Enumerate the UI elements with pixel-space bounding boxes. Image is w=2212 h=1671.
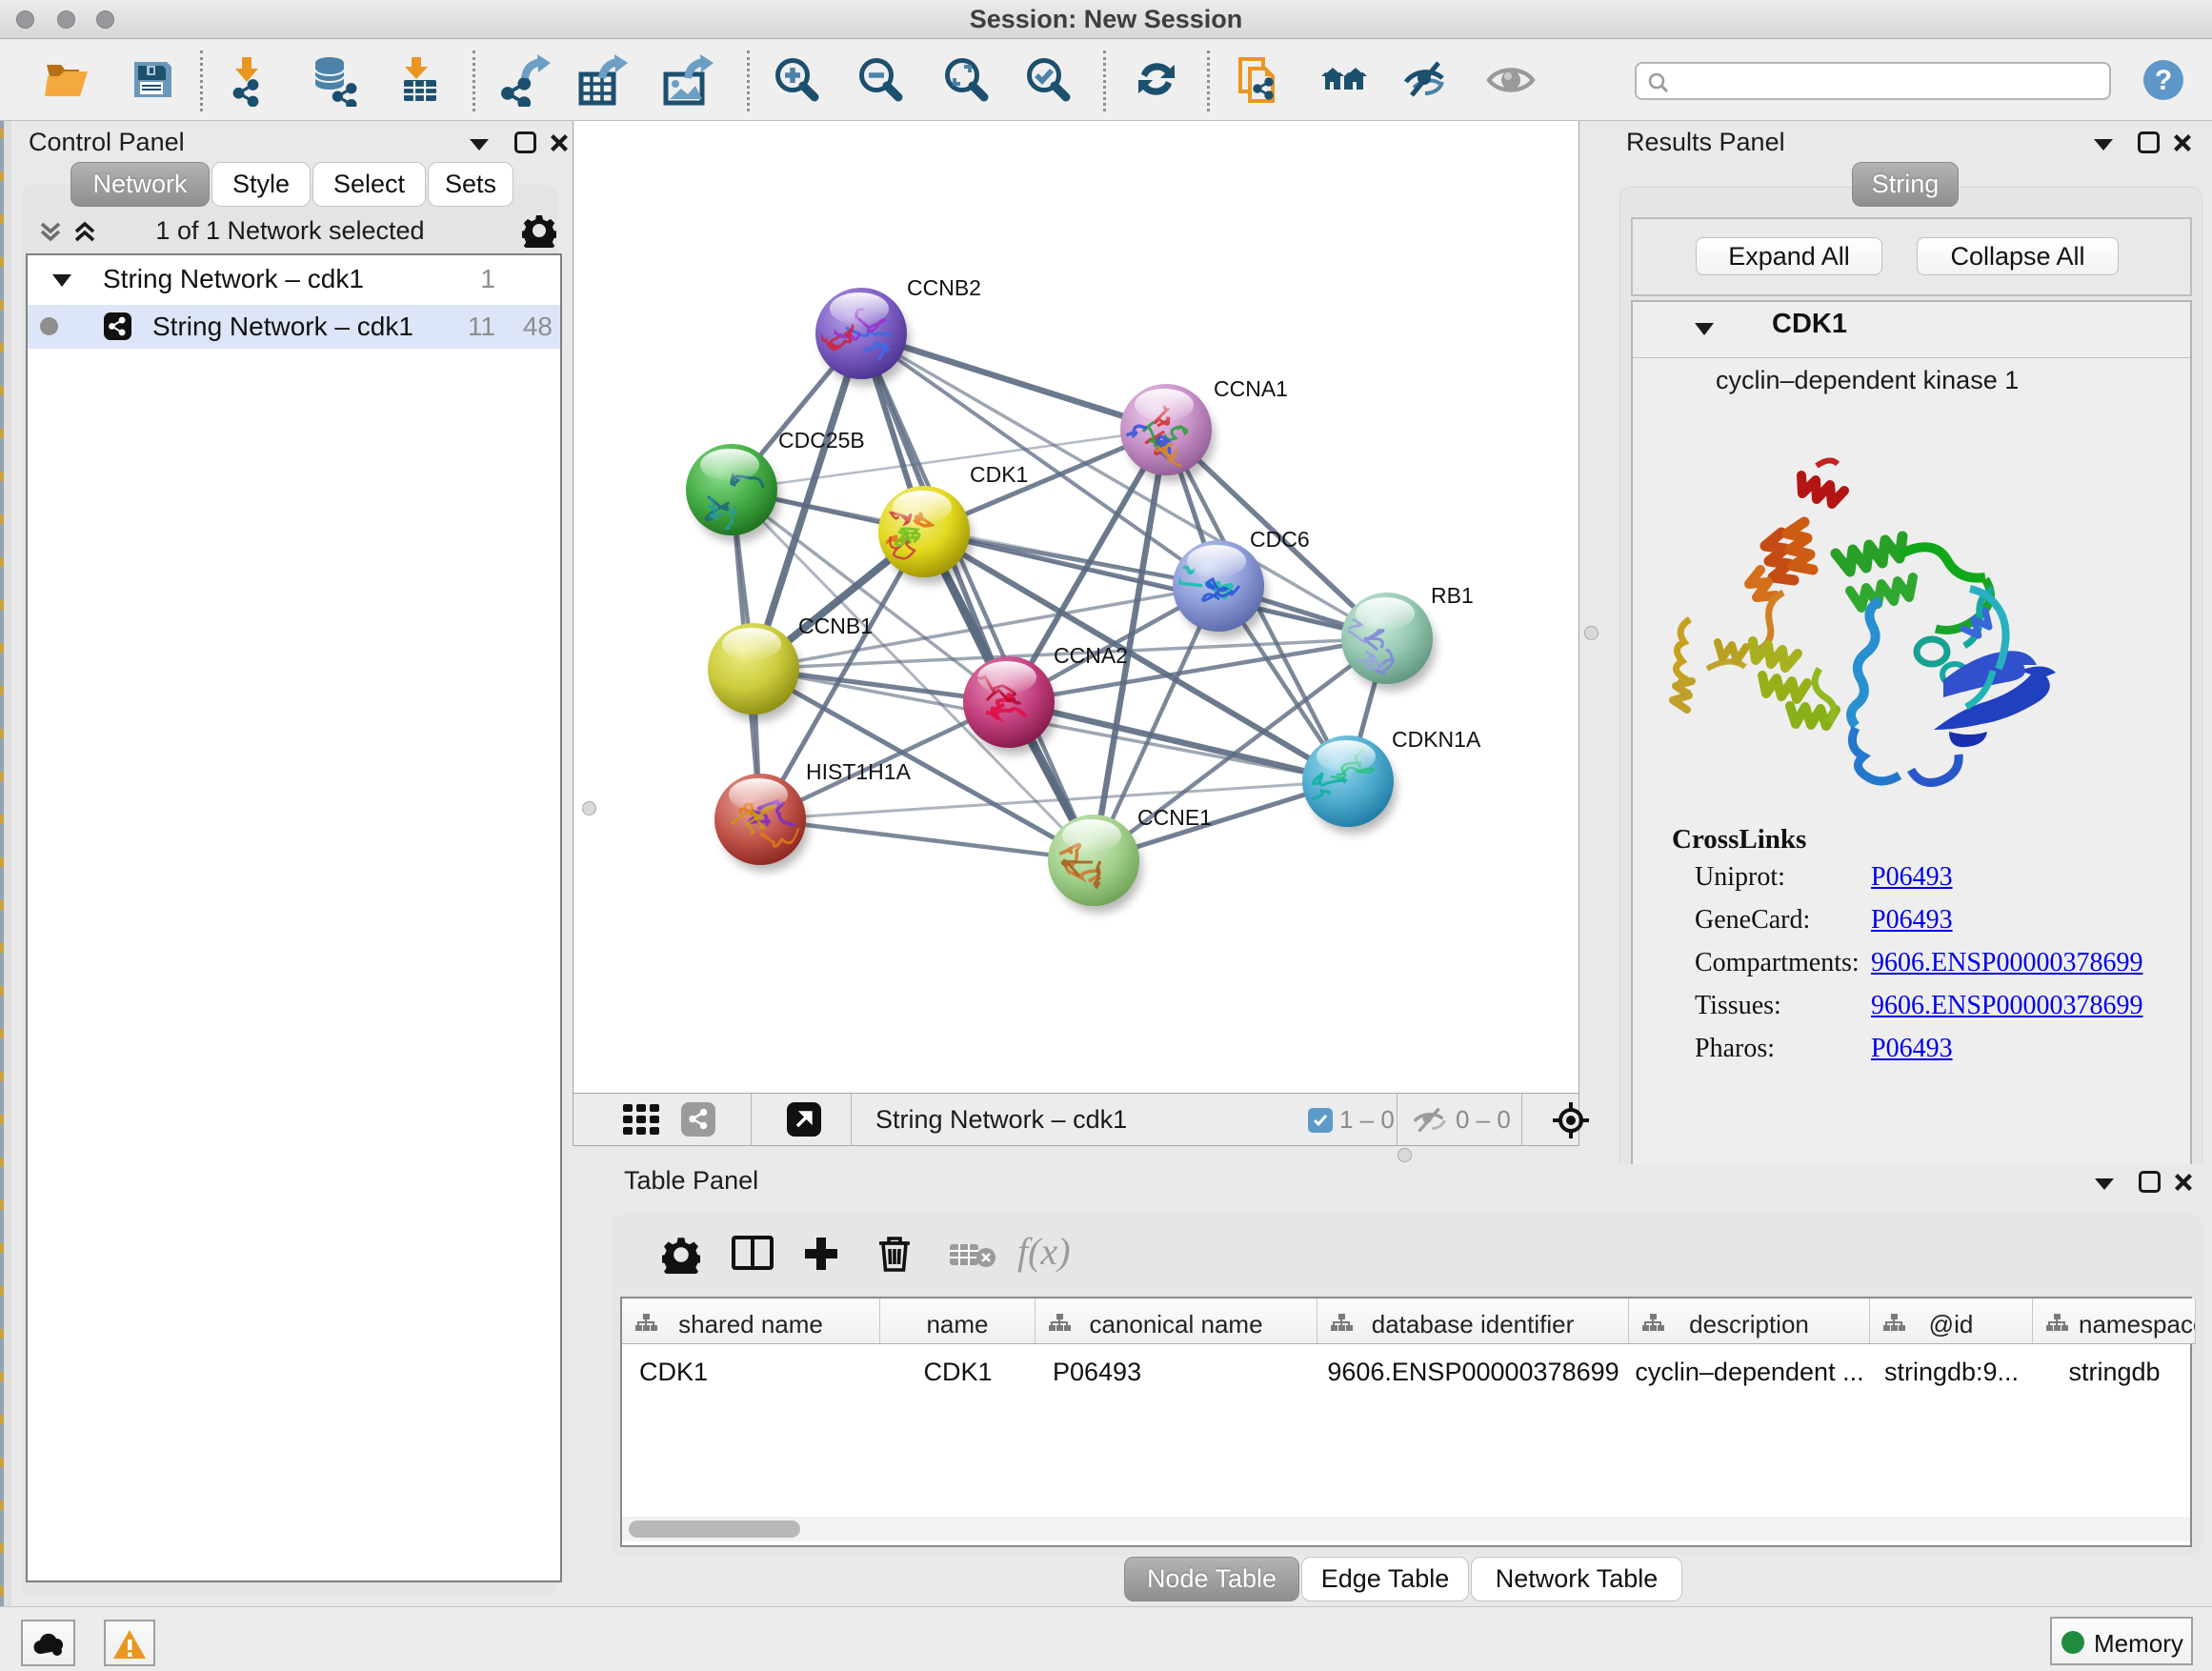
svg-text:RB1: RB1 (1431, 583, 1474, 608)
svg-text:?: ? (2155, 65, 2172, 96)
svg-text:CCNB2: CCNB2 (907, 275, 981, 300)
svg-text:CDC6: CDC6 (1250, 527, 1310, 552)
svg-text:CDC25B: CDC25B (778, 428, 865, 453)
svg-text:CDK1: CDK1 (970, 462, 1028, 487)
svg-text:CCNA1: CCNA1 (1214, 376, 1288, 401)
svg-text:CCNE1: CCNE1 (1137, 805, 1212, 830)
svg-text:CDKN1A: CDKN1A (1392, 727, 1481, 752)
svg-text:CCNB1: CCNB1 (798, 614, 873, 638)
svg-text:HIST1H1A: HIST1H1A (806, 759, 912, 784)
svg-text:CCNA2: CCNA2 (1054, 643, 1128, 668)
